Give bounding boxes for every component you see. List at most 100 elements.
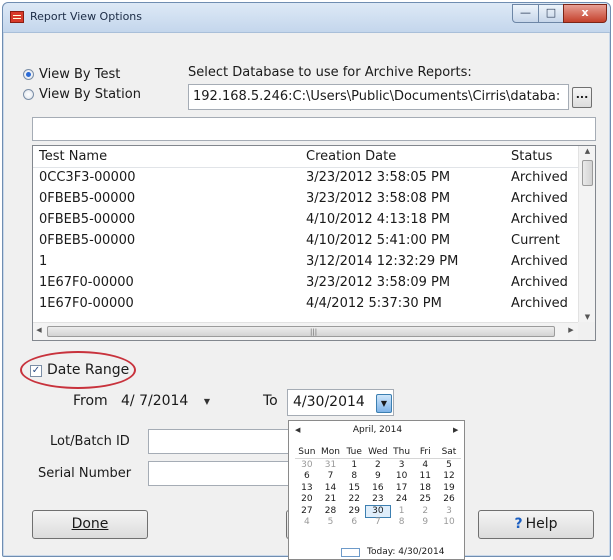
calendar-day[interactable]: 25 bbox=[413, 494, 437, 506]
calendar-day[interactable]: 8 bbox=[390, 517, 414, 529]
scroll-down-arrow-icon[interactable]: ▼ bbox=[579, 313, 596, 321]
table-row[interactable]: 0FBEB5-00000 4/10/2012 4:13:18 PM Archiv… bbox=[33, 211, 579, 231]
calendar-day[interactable]: 1 bbox=[390, 506, 414, 518]
calendar-day[interactable]: 28 bbox=[319, 506, 343, 518]
cell-status: Archived bbox=[511, 275, 568, 290]
cell-status: Current bbox=[511, 233, 560, 248]
title-bar[interactable]: Report View Options — □ x bbox=[3, 3, 610, 33]
browse-database-button[interactable]: ... bbox=[572, 87, 592, 108]
calendar-day[interactable]: 5 bbox=[437, 460, 461, 472]
calendar-day[interactable]: 9 bbox=[366, 471, 390, 483]
calendar-day[interactable]: 5 bbox=[319, 517, 343, 529]
calendar-week: 13 14 15 16 17 18 19 bbox=[295, 483, 461, 495]
calendar-day[interactable]: 19 bbox=[437, 483, 461, 495]
table-row[interactable]: 1E67F0-00000 4/4/2012 5:37:30 PM Archive… bbox=[33, 295, 579, 315]
from-dropdown-arrow-icon[interactable]: ▼ bbox=[200, 397, 214, 406]
view-by-test-option[interactable]: View By Test bbox=[23, 67, 120, 82]
table-row[interactable]: 1 3/12/2014 12:32:29 PM Archived bbox=[33, 253, 579, 273]
calendar-day[interactable]: 14 bbox=[319, 483, 343, 495]
calendar-day[interactable]: 17 bbox=[390, 483, 414, 495]
calendar-day[interactable]: 23 bbox=[366, 494, 390, 506]
table-row[interactable]: 1E67F0-00000 3/23/2012 3:58:09 PM Archiv… bbox=[33, 274, 579, 294]
list-header: Test Name Creation Date Status bbox=[33, 146, 579, 168]
calendar-day[interactable]: 15 bbox=[342, 483, 366, 495]
view-by-station-label: View By Station bbox=[39, 87, 141, 102]
help-button[interactable]: ? Help bbox=[478, 510, 594, 539]
calendar-day[interactable]: 8 bbox=[342, 471, 366, 483]
calendar-day[interactable]: 26 bbox=[437, 494, 461, 506]
radio-view-by-test[interactable] bbox=[23, 69, 34, 80]
minimize-button[interactable]: — bbox=[512, 4, 539, 23]
calendar-month[interactable]: April, 2014 bbox=[289, 425, 466, 435]
calendar-day[interactable]: 12 bbox=[437, 471, 461, 483]
column-status[interactable]: Status bbox=[511, 149, 552, 164]
filter-field[interactable] bbox=[32, 117, 596, 141]
calendar-day[interactable]: 16 bbox=[366, 483, 390, 495]
app-icon bbox=[10, 11, 24, 23]
lot-batch-field[interactable] bbox=[148, 429, 289, 454]
scroll-left-arrow-icon[interactable]: ◀ bbox=[33, 326, 45, 334]
horizontal-scroll-thumb[interactable]: ||| bbox=[47, 326, 555, 337]
today-marker-icon bbox=[341, 548, 360, 557]
calendar-day[interactable]: 18 bbox=[413, 483, 437, 495]
calendar-day[interactable]: 29 bbox=[342, 506, 366, 518]
calendar-day[interactable]: 11 bbox=[413, 471, 437, 483]
radio-view-by-station[interactable] bbox=[23, 89, 34, 100]
calendar-day[interactable]: 1 bbox=[342, 460, 366, 472]
calendar-day[interactable]: 2 bbox=[413, 506, 437, 518]
today-link[interactable]: Today: 4/30/2014 bbox=[367, 547, 444, 557]
database-path-field[interactable]: 192.168.5.246:C:\Users\Public\Documents\… bbox=[188, 84, 569, 110]
cell-status: Archived bbox=[511, 170, 568, 185]
column-test-name[interactable]: Test Name bbox=[39, 149, 107, 164]
cell-creation-date: 4/4/2012 5:37:30 PM bbox=[306, 296, 442, 311]
calendar-day[interactable]: 9 bbox=[413, 517, 437, 529]
next-month-icon[interactable]: ▶ bbox=[453, 426, 458, 434]
date-range-checkbox[interactable]: ✓ bbox=[30, 365, 42, 377]
from-date-picker[interactable]: 4/ 7/2014 bbox=[116, 389, 193, 416]
month-calendar[interactable]: ◀ April, 2014 ▶ Sun Mon Tue Wed Thu Fri … bbox=[288, 420, 465, 560]
done-button[interactable]: Done bbox=[32, 510, 148, 539]
calendar-day-selected[interactable]: 30 bbox=[365, 504, 391, 518]
scroll-right-arrow-icon[interactable]: ▶ bbox=[565, 326, 577, 334]
close-button[interactable]: x bbox=[563, 4, 607, 23]
calendar-day[interactable]: 2 bbox=[366, 460, 390, 472]
vertical-scroll-thumb[interactable] bbox=[582, 160, 593, 186]
calendar-day[interactable]: 10 bbox=[390, 471, 414, 483]
dow-label: Tue bbox=[346, 447, 362, 457]
tests-list[interactable]: Test Name Creation Date Status 0CC3F3-00… bbox=[32, 145, 596, 341]
calendar-day[interactable]: 30 bbox=[295, 460, 319, 472]
calendar-day[interactable]: 24 bbox=[390, 494, 414, 506]
column-creation-date[interactable]: Creation Date bbox=[306, 149, 396, 164]
calendar-day[interactable]: 6 bbox=[295, 471, 319, 483]
calendar-day[interactable]: 7 bbox=[366, 517, 390, 529]
table-row[interactable]: 0FBEB5-00000 4/10/2012 5:41:00 PM Curren… bbox=[33, 232, 579, 252]
cell-test-name: 0CC3F3-00000 bbox=[39, 170, 136, 185]
table-row[interactable]: 0CC3F3-00000 3/23/2012 3:58:05 PM Archiv… bbox=[33, 169, 579, 189]
calendar-day[interactable]: 3 bbox=[390, 460, 414, 472]
to-label: To bbox=[263, 393, 278, 409]
calendar-day[interactable]: 13 bbox=[295, 483, 319, 495]
calendar-day[interactable]: 7 bbox=[319, 471, 343, 483]
dow-label: Wed bbox=[368, 447, 388, 457]
calendar-day[interactable]: 21 bbox=[319, 494, 343, 506]
calendar-day[interactable]: 4 bbox=[413, 460, 437, 472]
horizontal-scrollbar[interactable]: ◀ ||| ▶ bbox=[33, 322, 579, 340]
to-dropdown-arrow-icon[interactable]: ▼ bbox=[376, 394, 392, 413]
from-label: From bbox=[73, 393, 108, 409]
calendar-day[interactable]: 27 bbox=[295, 506, 319, 518]
calendar-day[interactable]: 22 bbox=[342, 494, 366, 506]
date-range-label: Date Range bbox=[47, 362, 130, 378]
table-row[interactable]: 0FBEB5-00000 3/23/2012 3:58:08 PM Archiv… bbox=[33, 190, 579, 210]
serial-number-field[interactable] bbox=[148, 461, 289, 486]
calendar-day[interactable]: 6 bbox=[342, 517, 366, 529]
scroll-up-arrow-icon[interactable]: ▲ bbox=[579, 147, 596, 155]
vertical-scrollbar[interactable]: ▲ ▼ bbox=[578, 146, 595, 323]
calendar-day[interactable]: 20 bbox=[295, 494, 319, 506]
calendar-day[interactable]: 3 bbox=[437, 506, 461, 518]
cell-test-name: 1E67F0-00000 bbox=[39, 296, 134, 311]
view-by-station-option[interactable]: View By Station bbox=[23, 87, 141, 102]
calendar-day[interactable]: 10 bbox=[437, 517, 461, 529]
maximize-button[interactable]: □ bbox=[538, 4, 564, 23]
calendar-day[interactable]: 31 bbox=[319, 460, 343, 472]
calendar-day[interactable]: 4 bbox=[295, 517, 319, 529]
